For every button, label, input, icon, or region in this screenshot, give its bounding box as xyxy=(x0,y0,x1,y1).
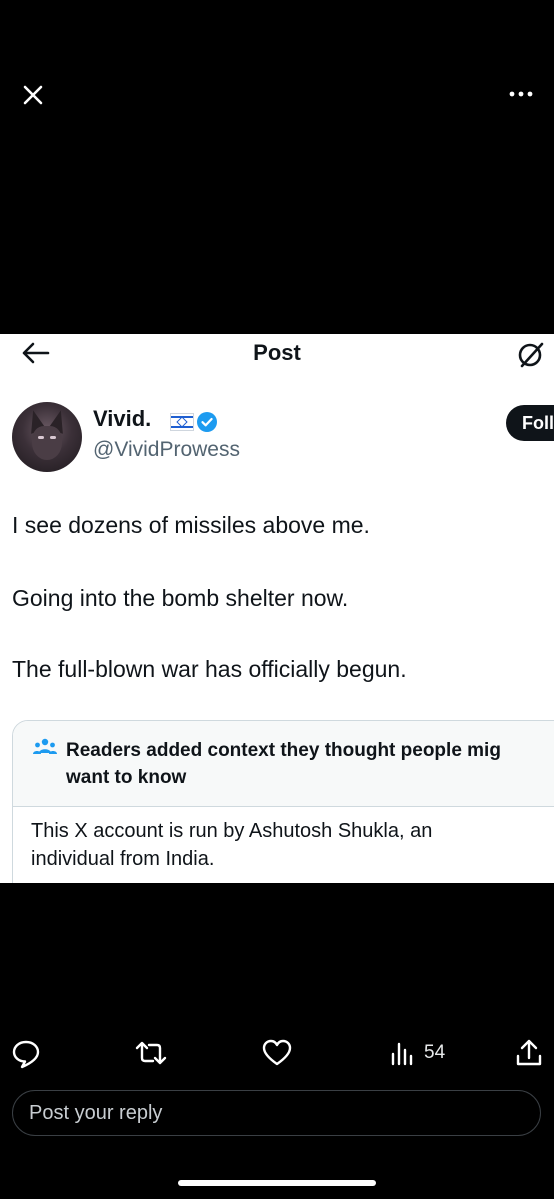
retweet-icon[interactable] xyxy=(133,1036,169,1070)
reply-icon[interactable] xyxy=(10,1036,42,1070)
reply-input[interactable]: Post your reply xyxy=(12,1090,541,1136)
community-note-body: This X account is run by Ashutosh Shukla… xyxy=(31,817,531,873)
community-note-title: Readers added context they thought peopl… xyxy=(66,737,554,791)
verified-badge-icon xyxy=(196,411,218,433)
israel-flag-icon xyxy=(170,413,194,431)
close-icon[interactable] xyxy=(18,80,48,110)
community-note-body-line: This X account is run by Ashutosh Shukla… xyxy=(31,820,433,842)
views-button[interactable]: 54 xyxy=(390,1036,460,1070)
more-horizontal-icon[interactable] xyxy=(506,84,536,104)
community-note-body-line: individual from India. xyxy=(31,848,215,870)
grok-icon xyxy=(514,338,548,372)
community-note-title-line: Readers added context they thought peopl… xyxy=(66,740,501,761)
embedded-screenshot: Post Vivid. @VividProwess Foll I see doz… xyxy=(0,334,554,883)
heart-icon[interactable] xyxy=(261,1036,293,1070)
views-count: 54 xyxy=(424,1042,446,1063)
follow-button: Foll xyxy=(506,405,554,441)
community-note-header: Readers added context they thought peopl… xyxy=(13,721,554,807)
tweet-text-line: The full-blown war has officially begun. xyxy=(12,656,407,682)
screenshot-title: Post xyxy=(253,340,301,365)
share-icon[interactable] xyxy=(514,1036,544,1070)
tweet-text-line: I see dozens of missiles above me. xyxy=(12,512,370,538)
views-icon xyxy=(390,1040,414,1071)
community-note: Readers added context they thought peopl… xyxy=(12,720,554,883)
community-note-title-line: want to know xyxy=(66,767,187,788)
home-indicator xyxy=(178,1180,376,1186)
tweet-text-line: Going into the bomb shelter now. xyxy=(12,585,349,611)
avatar xyxy=(12,402,82,472)
display-name: Vivid. xyxy=(93,406,152,431)
viewer-top-bar xyxy=(0,0,554,180)
reply-placeholder: Post your reply xyxy=(29,1102,163,1124)
user-handle: @VividProwess xyxy=(93,438,240,461)
screenshot-header: Post xyxy=(0,334,554,374)
people-icon xyxy=(33,737,57,757)
